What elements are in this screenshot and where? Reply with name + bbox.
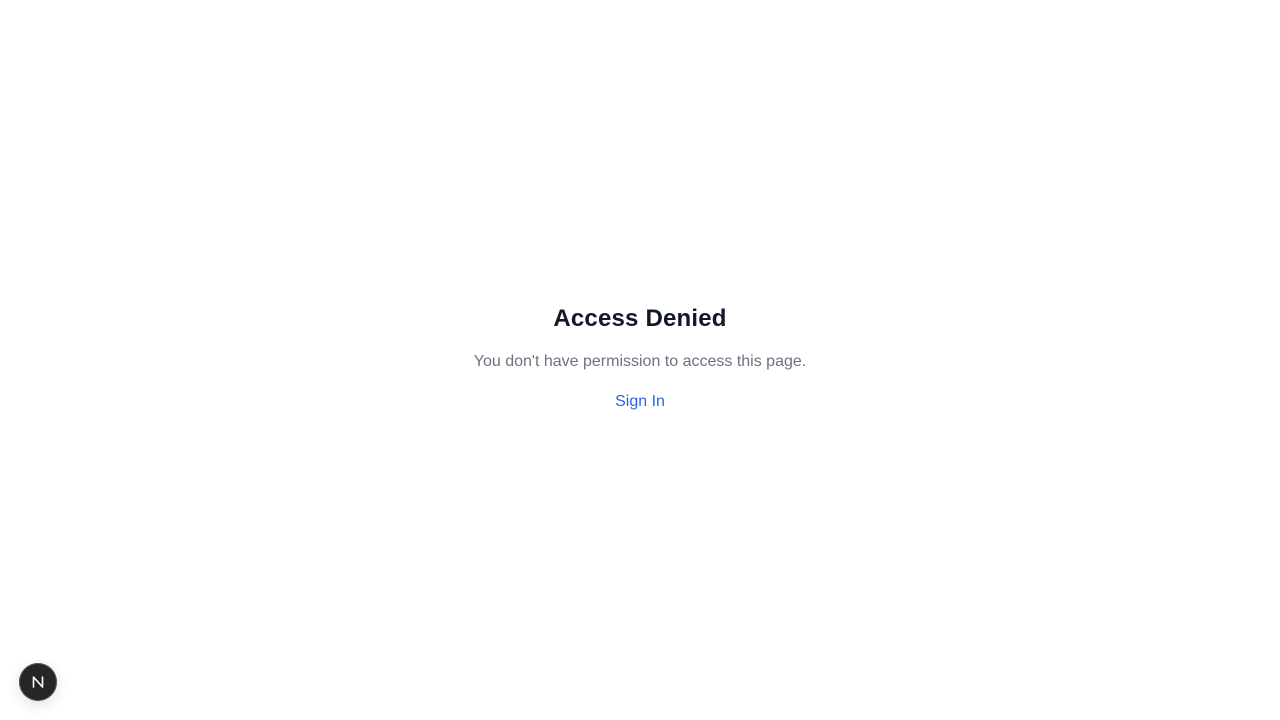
permission-message: You don't have permission to access this… bbox=[473, 353, 807, 370]
sign-in-link[interactable]: Sign In bbox=[615, 390, 665, 414]
nextjs-dev-tools-button[interactable] bbox=[19, 663, 57, 701]
page: Access Denied You don't have permission … bbox=[0, 0, 1280, 720]
access-denied-panel: Access Denied You don't have permission … bbox=[0, 300, 1280, 414]
nextjs-logo-icon bbox=[30, 674, 46, 690]
page-title: Access Denied bbox=[553, 305, 727, 332]
